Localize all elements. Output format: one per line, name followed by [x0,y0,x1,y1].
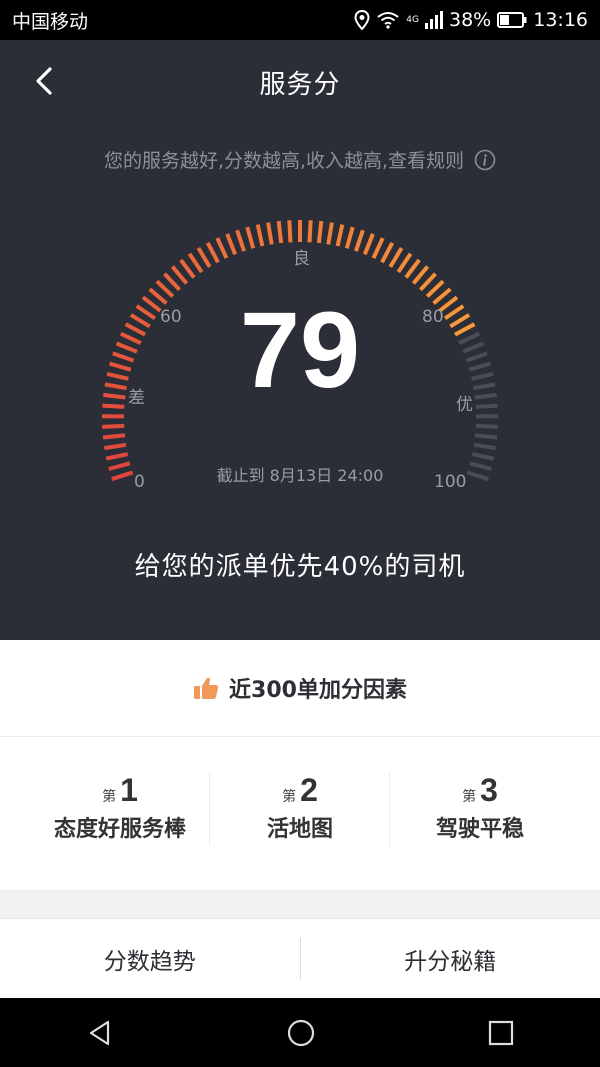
status-bar: 中国移动 4G 38% 13:16 [0,0,600,40]
gauge-tick [371,237,385,259]
gauge-tick [103,442,127,451]
factor-item: 第 2 活地图 [210,772,390,843]
factor-rank-prefix: 第 [462,789,477,805]
gauge-tick [215,237,229,259]
signal-icon [425,11,443,29]
thumbs-up-icon [194,677,219,699]
gauge-label-good: 良 [293,249,310,269]
factor-rank-prefix: 第 [282,789,297,805]
home-circle-icon[interactable] [286,1018,316,1048]
factor-item: 第 1 态度好服务棒 [30,772,210,843]
gauge-tick [326,222,334,245]
score-value: 79 [239,289,361,410]
gauge-tick [276,220,284,244]
score-tips-button[interactable]: 升分秘籍 [301,942,600,976]
wifi-icon [377,12,399,29]
factor-name: 驾驶平稳 [435,817,524,842]
gauge-tick [362,233,375,256]
carrier-name: 中国移动 [12,10,89,33]
factor-rank: 1 [120,772,138,808]
factor-rank-prefix: 第 [102,789,117,805]
rank-text: 给您的派单优先40%的司机 [134,552,466,582]
factor-name: 态度好服务棒 [53,817,186,842]
gauge-tick [196,246,212,268]
factor-item: 第 3 驾驶平稳 [390,772,570,843]
factor-rank: 3 [480,772,498,808]
status-icons: 4G 38% 13:16 [354,9,588,31]
factors-title: 近300单加分因素 [229,678,407,703]
gauge-tick [425,279,445,298]
deadline-text: 截止到 8月13日 24:00 [216,466,384,485]
factor-name: 活地图 [266,817,333,842]
battery-icon [497,12,527,28]
gauge-label-poor: 差 [128,388,145,408]
gauge-tick [187,252,204,274]
gauge-tick [344,226,355,249]
gauge-tick [475,403,498,409]
gauge-tick [471,452,495,461]
gauge-tick [105,452,129,461]
gauge-tick [419,272,437,292]
gauge-label-60: 60 [160,307,182,327]
gauge-label-excellent: 优 [456,395,473,415]
network-type: 4G [406,15,419,25]
gauge-tick [266,222,274,245]
gauge-tick [396,252,413,274]
gauge-tick [475,423,498,429]
gauge-tick [473,442,497,451]
divider [0,736,600,737]
system-nav-bar [0,998,600,1067]
gauge-tick [307,220,313,243]
gauge-tick [316,220,324,244]
bottom-tabs: 分数趋势 升分秘籍 [0,918,600,998]
gauge-tick [388,246,404,268]
gauge-tick [102,403,125,409]
score-trend-button[interactable]: 分数趋势 [0,942,300,976]
gauge-label-80: 80 [422,307,444,327]
gauge-tick [205,241,220,264]
gauge-tick [155,279,175,298]
gauge-tick [235,229,246,252]
battery-percent: 38% [449,9,492,31]
gauge-tick [102,423,125,429]
clock: 13:16 [533,9,588,31]
gauge-tick [225,233,238,256]
factor-rank: 2 [300,772,318,808]
gauge-tick [354,229,365,252]
gauge-tick [179,258,196,279]
gauge-tick [404,258,421,279]
gauge-tick [380,241,395,264]
gauge-tick [411,265,430,285]
gauge-tick [170,265,189,285]
gauge-tick [474,433,498,440]
location-icon [354,10,370,30]
gauge-tick [163,272,181,292]
factors-header: 近300单加分因素 [0,672,600,704]
gauge-tick [245,226,256,249]
gauge-tick [102,433,126,440]
back-triangle-icon[interactable] [86,1019,114,1047]
score-gauge [101,220,499,482]
gauge-tick [255,224,265,247]
recents-square-icon[interactable] [488,1020,514,1046]
gauge-tick [287,220,293,243]
gauge-tick [335,224,345,247]
